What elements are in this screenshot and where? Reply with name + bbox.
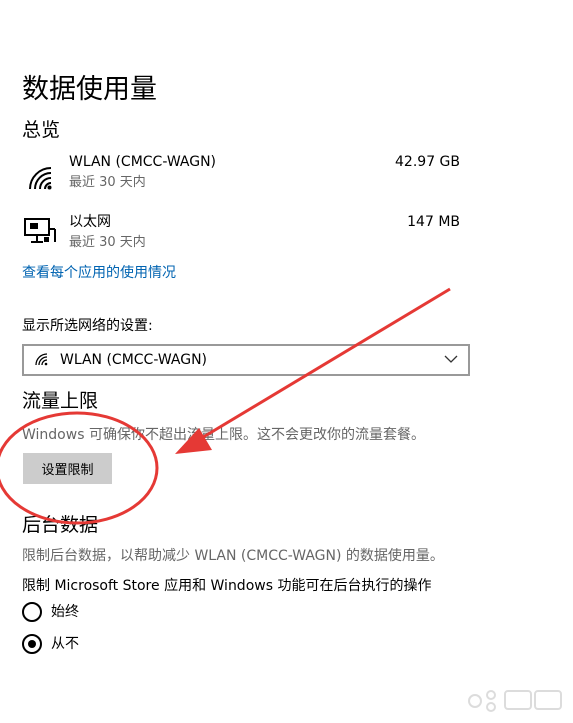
ethernet-icon [24,218,56,243]
background-data-description: 限制后台数据，以帮助减少 WLAN (CMCC-WAGN) 的数据使用量。 [22,548,444,564]
radio-button[interactable] [22,634,42,654]
data-limit-description: Windows 可确保你不超出流量上限。这不会更改你的流量套餐。 [22,427,425,443]
radio-selected-dot [28,640,36,648]
usage-item-amount: 42.97 GB [395,154,460,170]
wifi-icon [35,353,48,366]
network-select-label: 显示所选网络的设置: [22,318,153,334]
background-data-question: 限制 Microsoft Store 应用和 Windows 功能可在后台执行的… [22,578,432,594]
page-title: 数据使用量 [22,74,157,106]
per-app-usage-link[interactable]: 查看每个应用的使用情况 [22,263,176,283]
radio-label: 始终 [51,604,79,620]
wifi-icon [29,167,52,190]
data-limit-heading: 流量上限 [22,390,99,412]
overview-heading: 总览 [22,119,61,141]
usage-item-period: 最近 30 天内 [69,175,146,190]
network-select-value: WLAN (CMCC-WAGN) [60,352,208,368]
watermark-logo [468,690,562,712]
set-limit-button[interactable]: 设置限制 [23,453,112,484]
chevron-down-icon [444,355,458,363]
radio-button[interactable] [22,602,42,622]
radio-option-never[interactable]: 从不 [22,633,79,655]
radio-label: 从不 [51,636,79,652]
usage-item-name: WLAN (CMCC-WAGN) [69,154,217,170]
usage-item-amount: 147 MB [407,214,460,230]
radio-option-always[interactable]: 始终 [22,601,79,623]
usage-item-period: 最近 30 天内 [69,235,146,250]
network-select[interactable]: WLAN (CMCC-WAGN) [22,344,470,376]
background-data-heading: 后台数据 [22,514,99,536]
usage-item-name: 以太网 [69,214,111,230]
